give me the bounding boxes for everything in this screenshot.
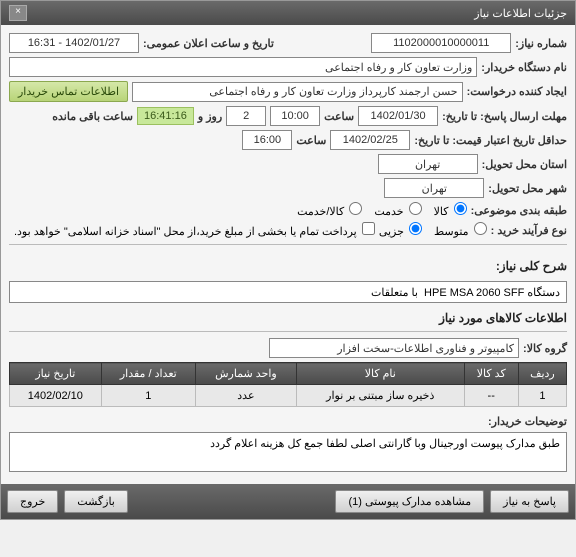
td-code: -- — [464, 385, 518, 407]
days-count-field — [226, 106, 266, 126]
cat-goods-service-option[interactable]: کالا/خدمت — [297, 202, 362, 218]
pt-small-option[interactable]: متوسط — [434, 222, 487, 238]
dlv-city-field — [384, 178, 484, 198]
purchase-type-label: نوع فرآیند خرید : — [491, 224, 567, 237]
remaining-label: ساعت باقی مانده — [52, 110, 133, 123]
group-label: گروه کالا: — [523, 342, 567, 355]
items-table: ردیف کد کالا نام کالا واحد شمارش تعداد /… — [9, 362, 567, 407]
content-area: شماره نیاز: تاریخ و ساعت اعلان عمومی: نا… — [1, 25, 575, 484]
th-row: ردیف — [518, 363, 566, 385]
buyer-name-field — [9, 57, 477, 77]
attachments-button[interactable]: مشاهده مدارک پیوستی (1) — [335, 490, 484, 513]
items-header: اطلاعات کالاهای مورد نیاز — [9, 311, 567, 325]
td-qty: 1 — [101, 385, 195, 407]
need-number-field — [371, 33, 511, 53]
divider-1 — [9, 244, 567, 245]
th-qty: تعداد / مقدار — [101, 363, 195, 385]
cat-goods-service-radio[interactable] — [349, 202, 362, 215]
pt-partial-radio[interactable] — [409, 222, 422, 235]
remaining-time-badge: 16:41:16 — [137, 107, 194, 125]
deadline-hour-field — [270, 106, 320, 126]
category-label: طبقه بندی موضوعی: — [471, 204, 567, 217]
th-name: نام کالا — [296, 363, 464, 385]
requester-field — [132, 82, 463, 102]
deadline-date-field — [358, 106, 438, 126]
th-unit: واحد شمارش — [195, 363, 296, 385]
cat-goods-radio[interactable] — [454, 202, 467, 215]
close-icon[interactable]: × — [9, 5, 27, 21]
buyer-name-label: نام دستگاه خریدار: — [481, 61, 567, 74]
tx-city-field — [378, 154, 478, 174]
cat-service-option[interactable]: خدمت — [374, 202, 421, 218]
buyer-notes-field: طبق مدارک پیوست اورجینال وبا گارانتی اصل… — [9, 432, 567, 472]
hour-label-2: ساعت — [296, 134, 326, 147]
hour-label-1: ساعت — [324, 110, 354, 123]
divider-2 — [9, 331, 567, 332]
purchase-type-group: متوسط جزیی — [379, 222, 487, 238]
days-and-label: روز و — [198, 110, 222, 123]
requester-label: ایجاد کننده درخواست: — [467, 85, 567, 98]
exit-button[interactable]: خروج — [7, 490, 58, 513]
th-code: کد کالا — [464, 363, 518, 385]
payment-note-option[interactable]: پرداخت تمام یا بخشی از مبلغ خرید،از محل … — [14, 222, 375, 238]
summary-field — [9, 281, 567, 303]
td-row: 1 — [518, 385, 566, 407]
back-button[interactable]: بازگشت — [64, 490, 128, 513]
td-name: ذخیره ساز مبتنی بر نوار — [296, 385, 464, 407]
need-number-label: شماره نیاز: — [515, 37, 567, 50]
reply-button[interactable]: پاسخ به نیاز — [490, 490, 569, 513]
validity-date-field — [330, 130, 410, 150]
need-details-window: جزئیات اطلاعات نیاز × شماره نیاز: تاریخ … — [0, 0, 576, 520]
announce-date-field — [9, 33, 139, 53]
validity-label: حداقل تاریخ اعتبار قیمت: تا تاریخ: — [414, 134, 567, 147]
cat-service-radio[interactable] — [409, 202, 422, 215]
dlv-city-label: شهر محل تحویل: — [488, 182, 567, 195]
category-radio-group: کالا خدمت کالا/خدمت — [297, 202, 467, 218]
button-bar: پاسخ به نیاز مشاهده مدارک پیوستی (1) باز… — [1, 484, 575, 519]
title-bar: جزئیات اطلاعات نیاز × — [1, 1, 575, 25]
validity-hour-field — [242, 130, 292, 150]
table-row[interactable]: 1 -- ذخیره ساز مبتنی بر نوار عدد 1 1402/… — [10, 385, 567, 407]
deadline-label: مهلت ارسال پاسخ: تا تاریخ: — [442, 110, 567, 123]
announce-date-label: تاریخ و ساعت اعلان عمومی: — [143, 37, 274, 50]
td-date: 1402/02/10 — [10, 385, 102, 407]
summary-label: شرح کلی نیاز: — [496, 259, 567, 273]
pt-small-radio[interactable] — [474, 222, 487, 235]
tx-city-label: استان محل تحویل: — [482, 158, 567, 171]
buyer-notes-label: توضیحات خریدار: — [488, 415, 567, 428]
table-header-row: ردیف کد کالا نام کالا واحد شمارش تعداد /… — [10, 363, 567, 385]
payment-checkbox[interactable] — [362, 222, 375, 235]
window-title: جزئیات اطلاعات نیاز — [474, 7, 567, 20]
pt-partial-option[interactable]: جزیی — [379, 222, 422, 238]
td-unit: عدد — [195, 385, 296, 407]
th-date: تاریخ نیاز — [10, 363, 102, 385]
contact-buyer-button[interactable]: اطلاعات تماس خریدار — [9, 81, 128, 102]
group-field — [269, 338, 519, 358]
cat-goods-option[interactable]: کالا — [434, 202, 467, 218]
